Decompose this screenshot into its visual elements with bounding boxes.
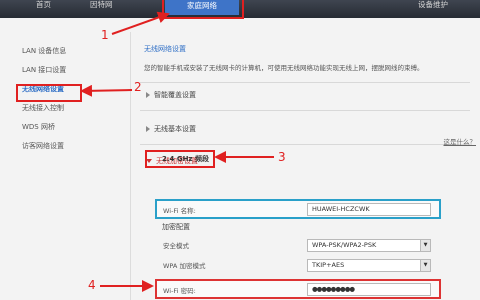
annotation-arrow-1 (111, 11, 170, 35)
annotation-arrows (80, 11, 274, 292)
annotation-arrow-2 (80, 84, 133, 97)
